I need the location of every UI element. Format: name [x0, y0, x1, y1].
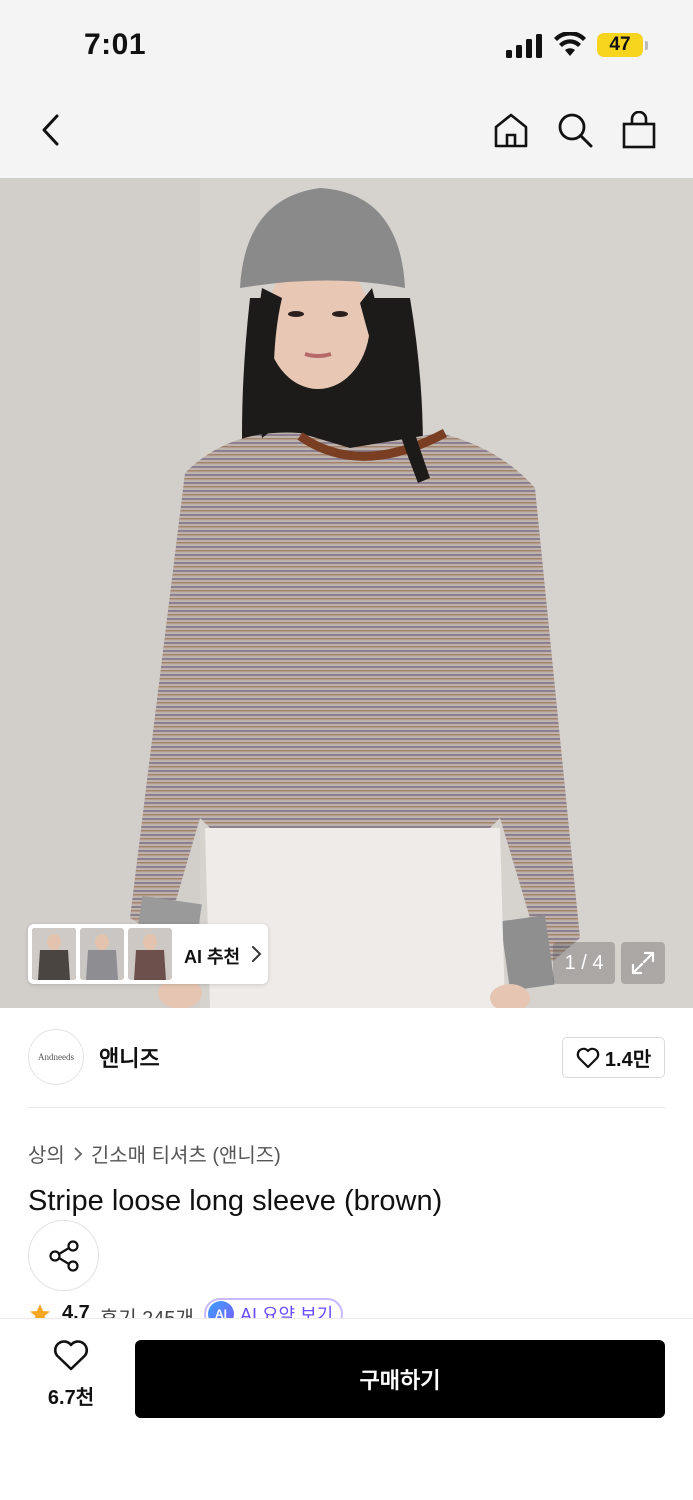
back-icon[interactable]	[30, 110, 70, 150]
product-title: Stripe loose long sleeve (brown)	[28, 1185, 443, 1217]
chevron-right-icon	[74, 1146, 83, 1161]
breadcrumb-item[interactable]: 긴소매 티셔츠 (앤니즈)	[91, 1139, 281, 1168]
top-nav-bar	[0, 90, 693, 178]
breadcrumb: 상의 긴소매 티셔츠 (앤니즈)	[28, 1139, 281, 1168]
breadcrumb-item[interactable]: 상의	[28, 1139, 65, 1168]
recommend-thumbnail[interactable]	[128, 928, 172, 980]
buy-button[interactable]: 구매하기	[135, 1340, 665, 1418]
brand-like-count: 1.4만	[604, 1049, 652, 1071]
battery-tip	[645, 41, 648, 50]
ai-recommend-card[interactable]: AI 추천	[28, 924, 268, 984]
recommend-thumbnail[interactable]	[32, 928, 76, 980]
brand-logo-text: Andneeds	[38, 1052, 74, 1062]
wishlist-count: 6.7천	[47, 1387, 95, 1409]
ai-recommend-label: AI 추천	[184, 947, 241, 967]
search-icon[interactable]	[555, 110, 595, 150]
heart-icon	[576, 1047, 600, 1068]
share-button[interactable]	[28, 1220, 99, 1291]
cellular-signal-icon	[506, 34, 542, 58]
heart-icon	[54, 1340, 88, 1371]
expand-icon[interactable]	[621, 942, 665, 984]
brand-like-button[interactable]: 1.4만	[562, 1037, 665, 1078]
image-counter: 1 / 4	[553, 942, 615, 984]
product-page: 7:01 47 AI 추천 1 / 4 Andneeds 앤니즈 1.4만 상의…	[0, 0, 693, 1500]
divider	[28, 1107, 665, 1108]
shopping-bag-icon[interactable]	[619, 110, 659, 150]
recommend-thumbnail[interactable]	[80, 928, 124, 980]
battery-indicator: 47	[597, 33, 643, 57]
share-icon	[48, 1239, 79, 1272]
wifi-icon	[554, 32, 586, 56]
brand-logo[interactable]: Andneeds	[28, 1029, 84, 1085]
model-photo	[0, 178, 693, 1008]
status-bar: 7:01 47	[0, 0, 693, 90]
home-icon[interactable]	[491, 110, 531, 150]
wishlist-button[interactable]: 6.7천	[36, 1340, 106, 1412]
status-time: 7:01	[84, 28, 147, 61]
chevron-right-icon	[252, 946, 262, 962]
brand-name[interactable]: 앤니즈	[99, 1041, 160, 1073]
product-image[interactable]	[0, 178, 693, 1008]
